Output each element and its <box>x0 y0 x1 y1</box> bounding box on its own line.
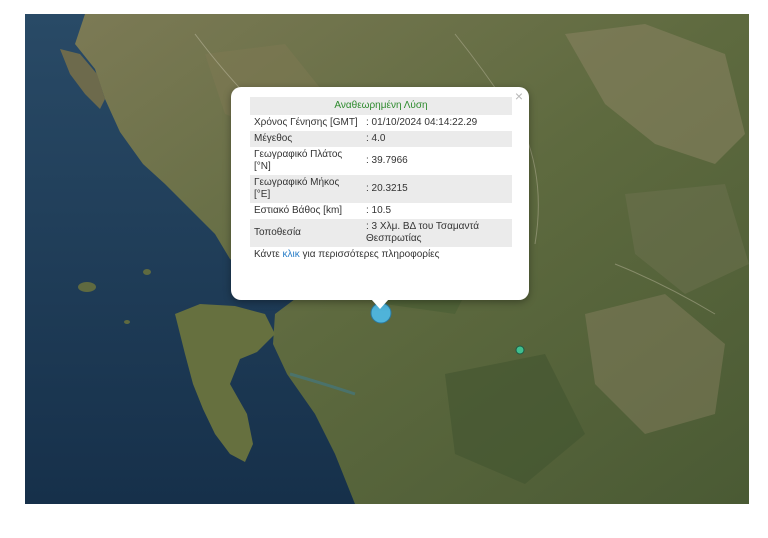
more-info-row: Κάντε κλικ για περισσότερες πληροφορίες <box>250 247 512 263</box>
more-info-suffix: για περισσότερες πληροφορίες <box>299 249 440 260</box>
table-row: Μέγεθος : 4.0 <box>250 131 512 147</box>
origin-time-label: Χρόνος Γένησης [GMT] <box>254 117 358 128</box>
longitude-value: : 20.3215 <box>362 175 512 203</box>
close-icon[interactable]: × <box>515 89 523 103</box>
latitude-label: Γεωγραφικό Πλάτος [°N] <box>254 149 343 172</box>
popup-header: Αναθεωρημένη Λύση <box>250 97 512 115</box>
more-info-link[interactable]: κλικ <box>283 249 300 260</box>
magnitude-value: : 4.0 <box>362 131 512 147</box>
depth-label: Εστιακό Βάθος [km] <box>254 205 343 216</box>
table-row: Γεωγραφικό Μήκος [°E] : 20.3215 <box>250 175 512 203</box>
table-row: Τοποθεσία : 3 Χλμ. ΒΔ του Τσαμαντά Θεσπρ… <box>250 219 512 247</box>
latitude-value: : 39.7966 <box>366 155 408 166</box>
more-info-text: Κάντε κλικ για περισσότερες πληροφορίες <box>250 247 512 263</box>
earthquake-info-popup: × Αναθεωρημένη Λύση Χρόνος Γένησης [GMT]… <box>231 87 529 309</box>
longitude-label: Γεωγραφικό Μήκος [°E] <box>250 175 362 203</box>
popup-header-row: Αναθεωρημένη Λύση <box>250 97 512 115</box>
location-label: Τοποθεσία <box>250 219 362 247</box>
depth-value: : 10.5 <box>366 205 392 216</box>
location-value: : 3 Χλμ. ΒΔ του Τσαμαντά Θεσπρωτίας <box>362 219 512 247</box>
earthquake-details-table: Αναθεωρημένη Λύση Χρόνος Γένησης [GMT] :… <box>250 97 512 263</box>
origin-time-value: : 01/10/2024 04:14:22.29 <box>366 117 478 128</box>
table-row: Εστιακό Βάθος [km] : 10.5 <box>250 203 512 219</box>
magnitude-label: Μέγεθος <box>250 131 362 147</box>
table-row: Γεωγραφικό Πλάτος [°N] : 39.7966 <box>250 147 512 175</box>
earthquake-marker[interactable] <box>515 345 525 355</box>
table-row: Χρόνος Γένησης [GMT] : 01/10/2024 04:14:… <box>250 115 512 131</box>
more-info-prefix: Κάντε <box>254 249 283 260</box>
